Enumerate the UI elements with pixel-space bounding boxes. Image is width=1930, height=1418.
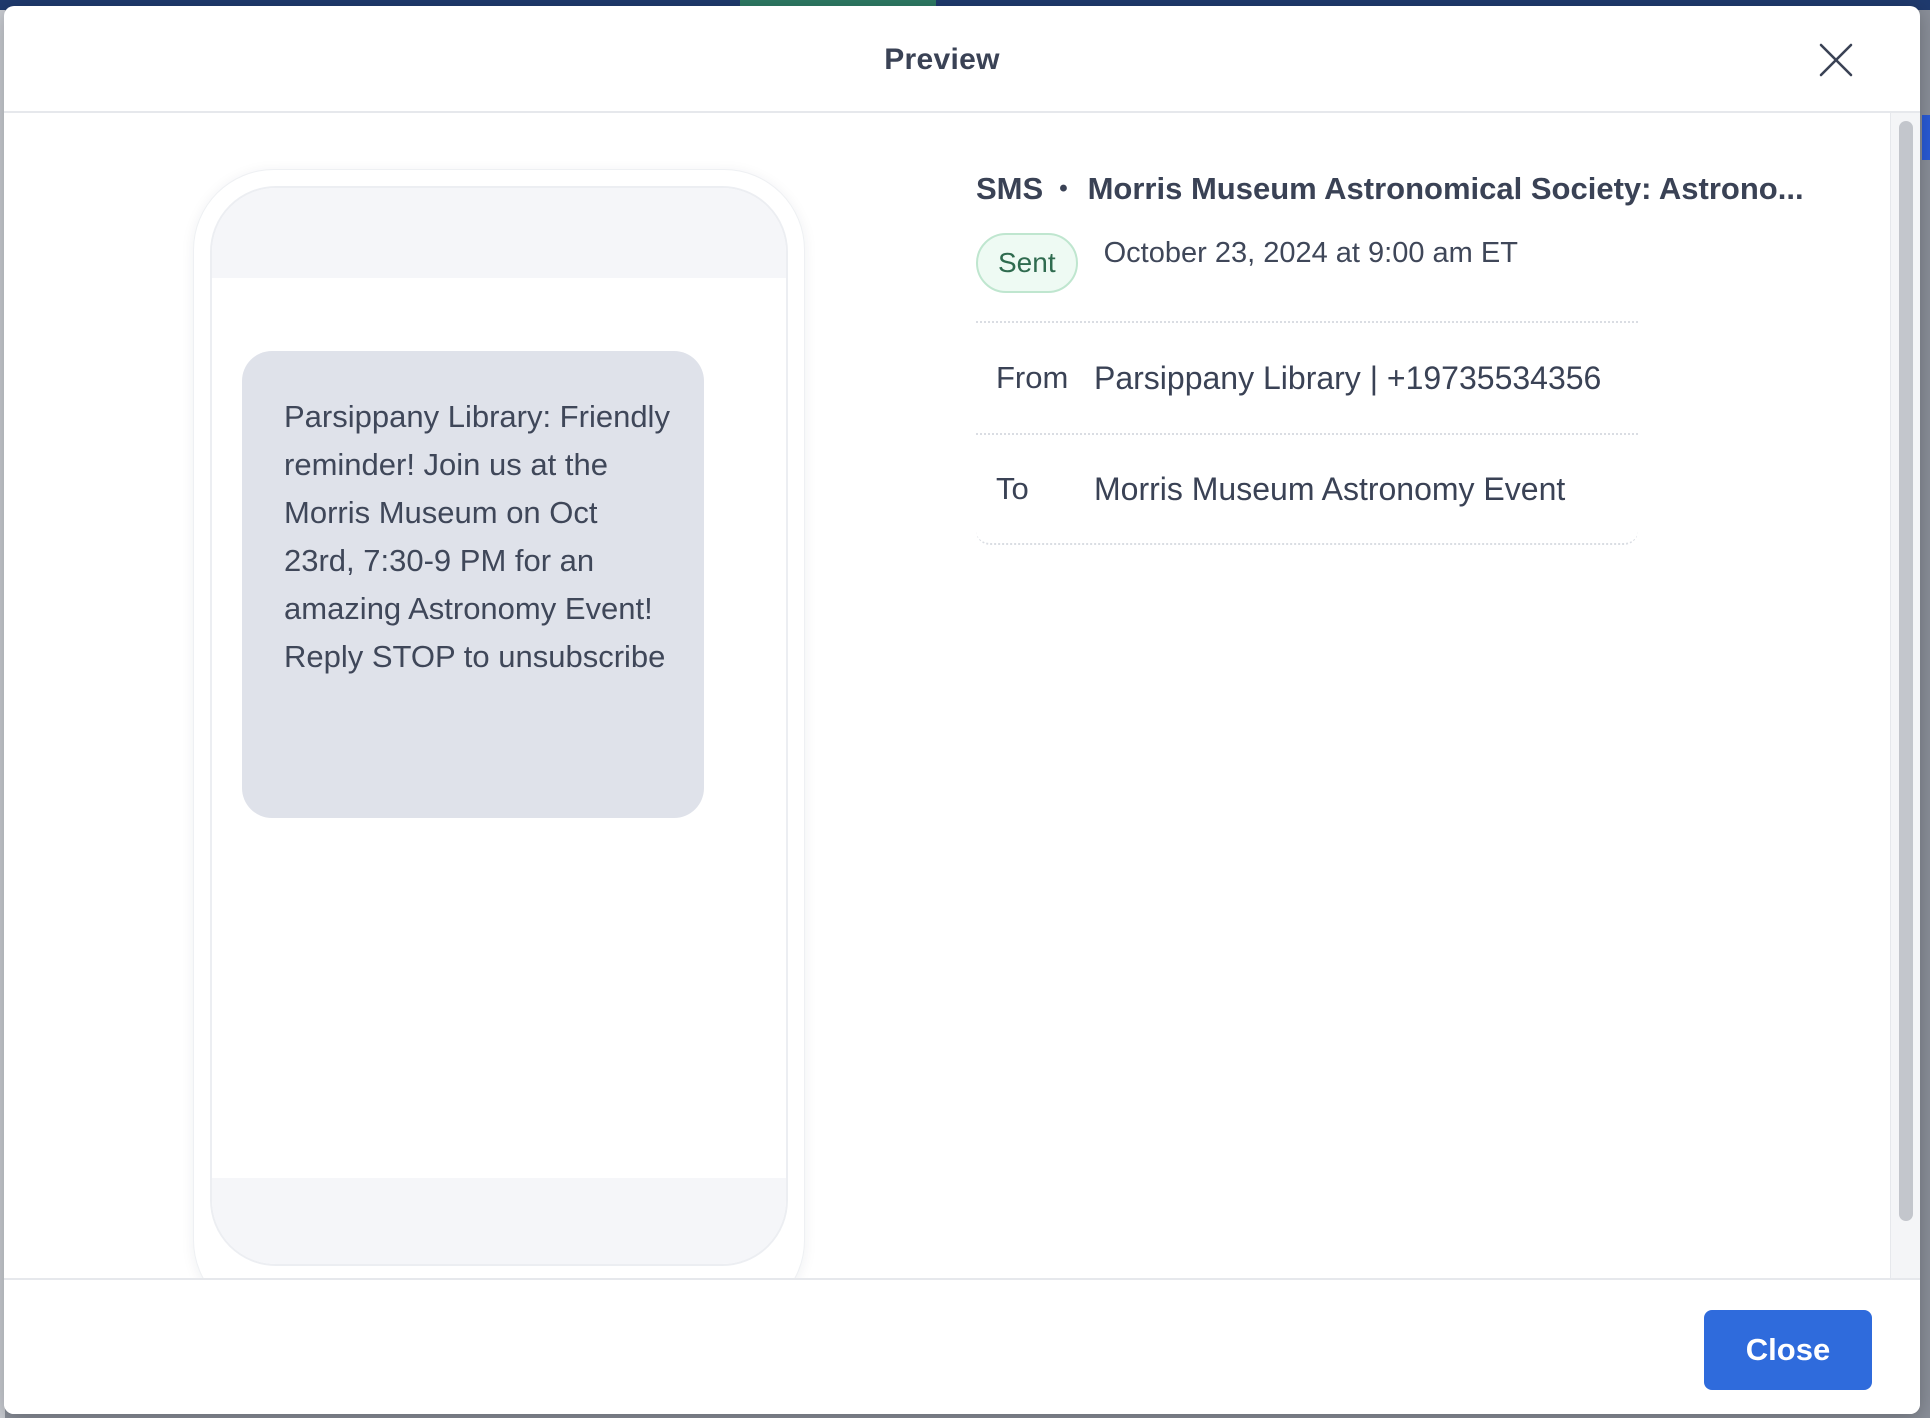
message-details: SMS • Morris Museum Astronomical Society… (976, 167, 1856, 545)
to-label: To (996, 471, 1029, 506)
status-badge: Sent (976, 233, 1078, 293)
close-button[interactable]: Close (1704, 1310, 1872, 1390)
sender-recipient-card: From Parsippany Library | +19735534356 T… (976, 321, 1638, 545)
modal-body: Parsippany Library: Friendly reminder! J… (4, 113, 1920, 1278)
modal-header: Preview (4, 6, 1920, 113)
from-value: Parsippany Library | +19735534356 (1094, 359, 1602, 396)
phone-preview: Parsippany Library: Friendly reminder! J… (194, 170, 804, 1278)
status-row: Sent October 23, 2024 at 9:00 am ET (976, 233, 1856, 293)
background-app-button (1922, 115, 1930, 160)
from-label: From (996, 360, 1069, 395)
close-icon-glyph (1819, 43, 1853, 77)
modal-footer: Close (4, 1278, 1920, 1414)
modal-title: Preview (884, 42, 1000, 76)
preview-modal: Preview Parsippany Library: Friendly rem… (4, 6, 1920, 1414)
from-row: From Parsippany Library | +19735534356 (976, 323, 1638, 433)
sms-message-bubble: Parsippany Library: Friendly reminder! J… (242, 351, 704, 818)
campaign-name: Morris Museum Astronomical Society: Astr… (1087, 171, 1804, 206)
phone-screen: Parsippany Library: Friendly reminder! J… (210, 186, 788, 1266)
to-value: Morris Museum Astronomy Event (1094, 470, 1566, 507)
channel-label: SMS (976, 171, 1044, 206)
phone-status-area (212, 188, 786, 278)
title-separator: • (1059, 175, 1068, 202)
close-icon[interactable] (1812, 36, 1860, 84)
details-title: SMS • Morris Museum Astronomical Society… (976, 167, 1856, 211)
phone-input-area (212, 1178, 786, 1264)
scrollbar-thumb[interactable] (1899, 121, 1913, 1221)
sent-date: October 23, 2024 at 9:00 am ET (1103, 237, 1518, 269)
to-row: To Morris Museum Astronomy Event (976, 433, 1638, 543)
